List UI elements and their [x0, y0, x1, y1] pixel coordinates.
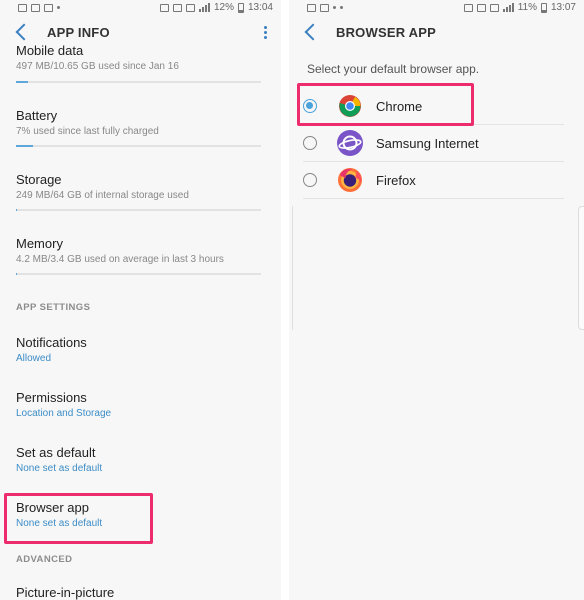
browser-option-firefox[interactable]: Firefox	[303, 163, 564, 197]
battery-percent: 11%	[517, 2, 537, 13]
browser-label: Samsung Internet	[376, 135, 479, 151]
app-bar: BROWSER APP	[289, 15, 584, 49]
alarm-icon	[159, 3, 169, 12]
browser-option-samsung-internet[interactable]: Samsung Internet	[303, 126, 564, 160]
item-subtitle: Location and Storage	[16, 408, 112, 419]
list-divider	[303, 198, 564, 199]
snapchat-icon	[44, 3, 53, 12]
page-title: BROWSER APP	[336, 24, 436, 40]
scroll-edge-left	[289, 206, 293, 330]
mute-icon	[476, 3, 486, 12]
back-arrow-icon[interactable]	[304, 23, 322, 41]
mobile-data-meter	[16, 81, 261, 83]
item-subtitle: 249 MB/64 GB of internal storage used	[16, 190, 189, 201]
gallery-icon	[18, 3, 27, 12]
wifi-icon	[489, 3, 499, 12]
gallery-icon	[307, 3, 316, 12]
storage-meter	[16, 209, 261, 211]
scroll-edge-right	[578, 206, 584, 330]
radio-unselected-icon[interactable]	[303, 173, 317, 187]
status-indicators: 12% 13:04	[159, 2, 273, 13]
app-info-screen: 12% 13:04 APP INFO Mobile data 497 MB/10…	[0, 0, 281, 600]
list-item-permissions[interactable]: Permissions Location and Storage	[16, 390, 261, 420]
list-item-storage[interactable]: Storage 249 MB/64 GB of internal storage…	[16, 172, 261, 202]
item-title: Battery	[16, 108, 58, 123]
back-arrow-icon[interactable]	[15, 23, 33, 41]
list-item-notifications[interactable]: Notifications Allowed	[16, 335, 261, 365]
battery-meter	[16, 145, 261, 147]
samsung-internet-icon	[337, 130, 363, 156]
alarm-icon	[463, 3, 473, 12]
status-indicators: 11% 13:07	[463, 2, 576, 13]
wifi-icon	[185, 3, 195, 12]
item-title: Notifications	[16, 335, 87, 350]
item-title: Mobile data	[16, 43, 84, 58]
battery-percent: 12%	[213, 2, 234, 13]
browser-label: Firefox	[376, 172, 416, 188]
more-notifications-icon	[57, 6, 60, 9]
firefox-icon	[338, 168, 362, 192]
item-title: Picture-in-picture	[16, 585, 115, 600]
status-bar: 11% 13:07	[289, 0, 584, 15]
item-title: Storage	[16, 172, 62, 187]
more-notifications-icon	[340, 6, 343, 9]
memory-meter	[16, 273, 261, 275]
browser-intro-text: Select your default browser app.	[307, 62, 480, 76]
instagram-icon	[31, 3, 40, 12]
browser-app-screen: 11% 13:07 BROWSER APP Select your defaul…	[289, 0, 584, 600]
notification-icons	[307, 3, 343, 12]
section-header-app-settings: APP SETTINGS	[16, 302, 91, 313]
list-item-set-as-default[interactable]: Set as default None set as default	[16, 445, 261, 475]
list-divider	[303, 161, 564, 162]
item-subtitle: 7% used since last fully charged	[16, 126, 159, 137]
notification-icons	[18, 3, 60, 12]
battery-icon	[237, 2, 244, 13]
item-title: Set as default	[16, 445, 96, 460]
battery-icon	[540, 2, 547, 13]
browser-app-highlight	[4, 493, 153, 544]
clock: 13:04	[247, 2, 273, 13]
clock: 13:07	[550, 2, 576, 13]
item-subtitle: None set as default	[16, 463, 103, 474]
signal-icon	[502, 3, 514, 12]
item-title: Permissions	[16, 390, 87, 405]
image-icon	[320, 3, 329, 12]
list-item-battery[interactable]: Battery 7% used since last fully charged	[16, 108, 261, 138]
item-title: Memory	[16, 236, 63, 251]
radio-unselected-icon[interactable]	[303, 136, 317, 150]
section-header-advanced: ADVANCED	[16, 554, 73, 565]
item-subtitle: 4.2 MB/3.4 GB used on average in last 3 …	[16, 254, 224, 265]
status-bar: 12% 13:04	[0, 0, 281, 15]
page-title: APP INFO	[47, 24, 110, 40]
more-notifications-icon	[333, 6, 336, 9]
list-item-mobile-data[interactable]: Mobile data 497 MB/10.65 GB used since J…	[16, 43, 261, 73]
list-item-picture-in-picture[interactable]: Picture-in-picture	[16, 585, 261, 600]
signal-icon	[198, 3, 210, 12]
item-subtitle: 497 MB/10.65 GB used since Jan 16	[16, 61, 179, 72]
mute-icon	[172, 3, 182, 12]
item-subtitle: Allowed	[16, 353, 52, 364]
chrome-highlight	[297, 83, 474, 126]
more-options-icon[interactable]	[260, 25, 271, 39]
list-item-memory[interactable]: Memory 4.2 MB/3.4 GB used on average in …	[16, 236, 261, 266]
